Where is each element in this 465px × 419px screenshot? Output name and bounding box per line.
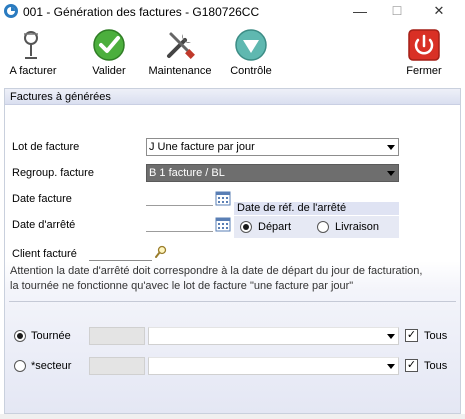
radio-livraison[interactable] xyxy=(317,221,329,233)
client-input[interactable] xyxy=(89,243,152,261)
tournee-all-checkbox[interactable]: ✓ xyxy=(405,329,418,342)
maintenance-button[interactable]: Maintenance xyxy=(146,28,214,77)
calendar-icon[interactable] xyxy=(215,216,231,232)
notes-area: Attention la date d'arrêté doit correspo… xyxy=(5,261,460,413)
lot-select[interactable]: J Une facture par jour xyxy=(146,138,399,156)
regroup-value: B 1 facture / BL xyxy=(149,167,225,179)
chevron-down-icon xyxy=(387,145,395,150)
green-check-icon xyxy=(93,29,125,61)
a-facturer-label: A facturer xyxy=(9,65,57,77)
app-icon xyxy=(4,4,18,18)
date-arrete-input[interactable] xyxy=(146,214,213,232)
ref-date-group-title: Date de réf. de l'arrêté xyxy=(234,202,399,215)
tournee-all-label: Tous xyxy=(424,330,448,342)
chevron-down-icon xyxy=(387,334,395,339)
lot-label: Lot de facture xyxy=(12,141,80,153)
window-title: 001 - Génération des factures - G180726C… xyxy=(23,5,260,19)
tournee-select[interactable] xyxy=(148,327,399,345)
note-line-2: la tournée ne fonctionne qu'avec le lot … xyxy=(10,280,354,292)
radio-secteur[interactable] xyxy=(14,360,26,372)
fermer-label: Fermer xyxy=(406,65,442,77)
tournee-label: Tournée xyxy=(31,330,71,342)
controle-button[interactable]: Contrôle xyxy=(226,28,276,77)
valider-label: Valider xyxy=(92,65,126,77)
power-icon xyxy=(408,29,440,61)
date-facture-label: Date facture xyxy=(12,193,72,205)
regroup-label: Regroup. facture xyxy=(12,167,94,179)
note-line-1: Attention la date d'arrêté doit correspo… xyxy=(10,265,423,277)
secteur-label: *secteur xyxy=(31,360,72,372)
secteur-code-input[interactable] xyxy=(89,357,145,375)
maximize-button[interactable]: ☐ xyxy=(382,0,412,24)
fermer-button[interactable]: Fermer xyxy=(404,28,444,77)
section-title: Factures à générées xyxy=(5,89,460,105)
divider xyxy=(9,301,456,302)
regroup-select[interactable]: B 1 facture / BL xyxy=(146,164,399,182)
magnifier-lens-icon xyxy=(24,31,38,59)
magnifier-icon[interactable] xyxy=(154,245,168,259)
depart-label: Départ xyxy=(258,221,292,233)
maintenance-label: Maintenance xyxy=(148,65,212,77)
ref-date-group: Date de réf. de l'arrêté Départ Livraiso… xyxy=(234,202,399,242)
close-button[interactable]: ✕ xyxy=(424,0,454,24)
secteur-select[interactable] xyxy=(148,357,399,375)
radio-tournee[interactable] xyxy=(14,330,26,342)
status-bar xyxy=(0,414,465,419)
tournee-code-input[interactable] xyxy=(89,327,145,345)
lot-value: J Une facture par jour xyxy=(149,141,255,153)
livraison-label: Livraison xyxy=(335,221,380,233)
tools-icon xyxy=(167,32,195,59)
calendar-icon[interactable] xyxy=(215,190,231,206)
date-facture-input[interactable] xyxy=(146,188,213,206)
secteur-all-checkbox[interactable]: ✓ xyxy=(405,359,418,372)
chevron-down-icon xyxy=(387,364,395,369)
radio-depart[interactable] xyxy=(240,221,252,233)
toolbar: A facturer Valider Maintenance Contrôle … xyxy=(0,24,465,86)
chevron-down-icon xyxy=(387,171,395,176)
triangle-down-icon xyxy=(235,29,267,61)
valider-button[interactable]: Valider xyxy=(88,28,130,77)
a-facturer-button[interactable]: A facturer xyxy=(8,28,58,77)
factures-panel: Factures à générées Lot de facture J Une… xyxy=(4,88,461,414)
date-arrete-label: Date d'arrêté xyxy=(12,219,76,231)
controle-label: Contrôle xyxy=(230,65,272,77)
secteur-all-label: Tous xyxy=(424,360,448,372)
minimize-button[interactable]: — xyxy=(345,0,375,24)
ref-date-group-body: Départ Livraison xyxy=(234,216,399,238)
client-label: Client facturé xyxy=(12,248,77,260)
title-bar: 001 - Génération des factures - G180726C… xyxy=(0,0,465,24)
